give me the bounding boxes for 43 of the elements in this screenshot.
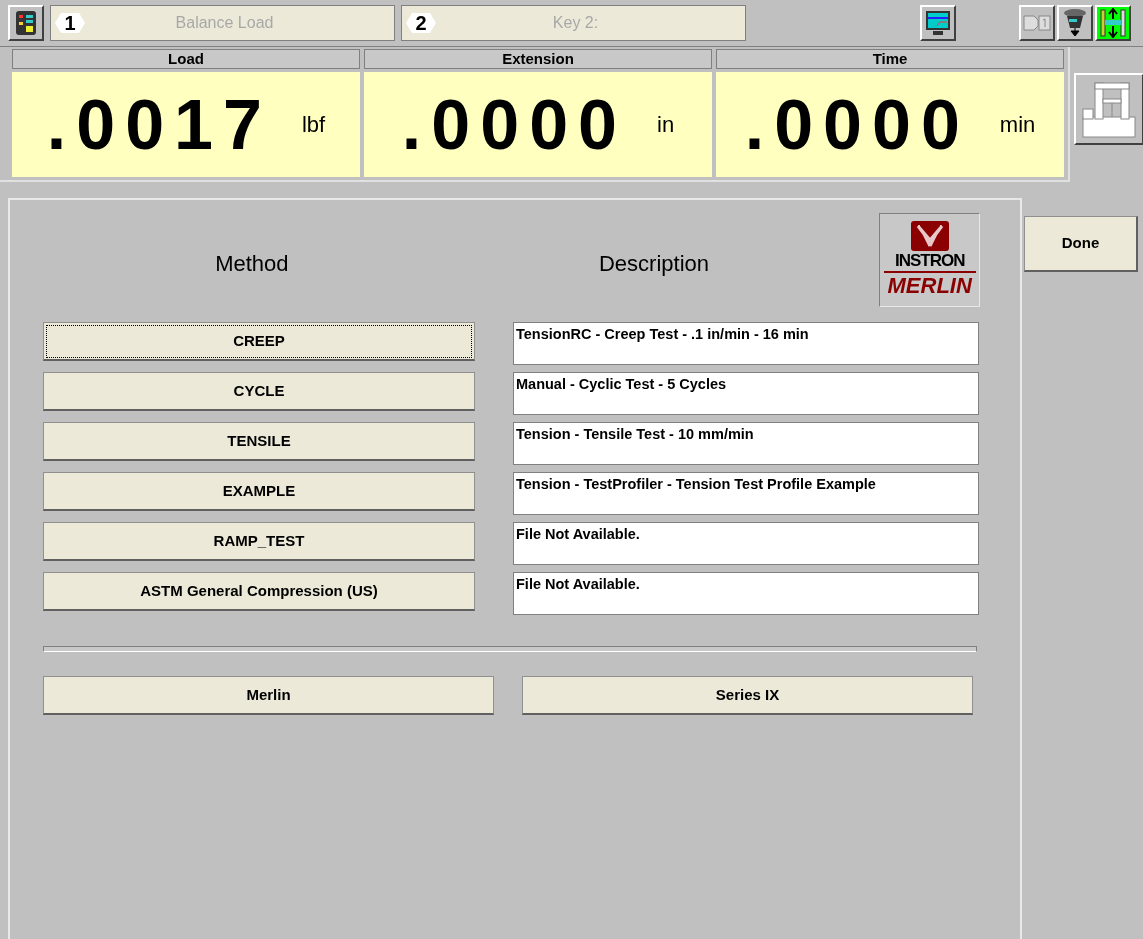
monitor-icon[interactable] (919, 5, 956, 41)
method-button[interactable]: TENSILE (43, 422, 475, 461)
key-number: 2 (406, 13, 436, 33)
test-frame-icon (1081, 79, 1137, 139)
readout-title: Extension (364, 49, 712, 69)
crosshead-icon (1099, 8, 1127, 38)
key-label: Balance Load (174, 13, 275, 33)
description-heading: Description (599, 249, 710, 278)
description-field: File Not Available. (513, 522, 979, 565)
readout-unit: min (999, 111, 1036, 139)
method-button[interactable]: RAMP_TEST (43, 522, 475, 561)
family-button[interactable]: Merlin (43, 676, 494, 715)
family-button[interactable]: Series IX (522, 676, 973, 715)
readout-unit: lbf (301, 111, 326, 139)
machine-button[interactable] (1074, 73, 1143, 145)
description-field: Manual - Cyclic Test - 5 Cycles (513, 372, 979, 415)
done-button[interactable]: Done (1024, 216, 1138, 272)
method-heading: Method (215, 249, 289, 278)
counter-icon[interactable] (1019, 5, 1055, 41)
description-field: Tension - TestProfiler - Tension Test Profile Example (513, 472, 979, 515)
control-panel-icon[interactable] (8, 5, 44, 41)
description-field: Tension - Tensile Test - 10 mm/min (513, 422, 979, 465)
readout-title: Time (716, 49, 1064, 69)
logo-emblem-icon (909, 220, 950, 252)
readout-value: .0017 (46, 89, 272, 160)
readout-value: .0000 (744, 89, 970, 160)
grip-icon (1062, 8, 1088, 38)
method-button[interactable]: EXAMPLE (43, 472, 475, 511)
description-field: TensionRC - Creep Test - .1 in/min - 16 min (513, 322, 979, 365)
readout-value: .0000 (401, 89, 627, 160)
method-button[interactable]: ASTM General Compression (US) (43, 572, 475, 611)
crosshead-icon[interactable] (1095, 5, 1131, 41)
logo-top-text: INSTRON (894, 252, 965, 269)
readout-title: Load (12, 49, 360, 69)
monitor-icon (924, 10, 951, 36)
key-number: 1 (55, 13, 85, 33)
method-button[interactable]: CYCLE (43, 372, 475, 411)
method-button[interactable]: CREEP (43, 322, 475, 361)
logo-bottom-text: MERLIN (887, 275, 972, 297)
key-label: Key 2: (551, 13, 600, 33)
grip-icon[interactable] (1057, 5, 1093, 41)
description-field: File Not Available. (513, 572, 979, 615)
readout-unit: in (657, 111, 675, 139)
